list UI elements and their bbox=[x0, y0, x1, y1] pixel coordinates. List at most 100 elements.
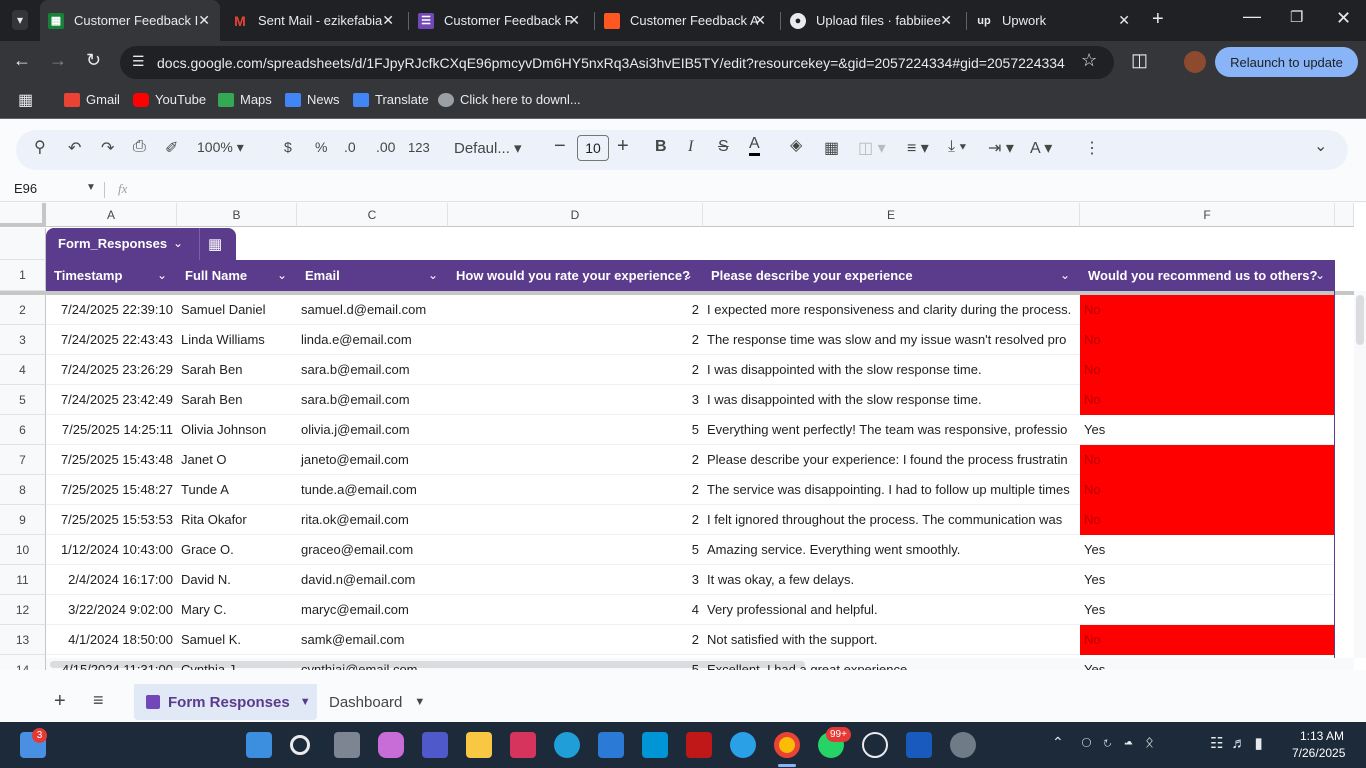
row-header-1[interactable]: 1 bbox=[0, 260, 46, 291]
network-volume-battery-icons[interactable]: ☷♬▮ bbox=[1210, 734, 1271, 752]
cell-timestamp[interactable]: 7/25/2025 15:43:48 bbox=[46, 445, 177, 475]
row-header[interactable]: 6 bbox=[0, 415, 46, 445]
teams-icon[interactable] bbox=[422, 732, 448, 758]
cell-rating[interactable]: 3 bbox=[448, 565, 703, 595]
sheet-menu-icon[interactable]: ▼ bbox=[300, 696, 311, 708]
cell-recommend[interactable]: No bbox=[1080, 295, 1334, 325]
column-header-b[interactable]: B bbox=[177, 203, 297, 227]
all-sheets-icon[interactable]: ≡ bbox=[93, 690, 104, 711]
cell-description[interactable]: It was okay, a few delays. bbox=[703, 565, 1077, 595]
select-all-corner[interactable] bbox=[0, 203, 46, 227]
column-header-f[interactable]: F bbox=[1080, 203, 1335, 227]
row-header[interactable]: 4 bbox=[0, 355, 46, 385]
header-timestamp[interactable]: Timestamp ⌄ bbox=[46, 260, 177, 291]
borders-icon[interactable]: ▦ bbox=[824, 138, 839, 158]
hp-icon[interactable] bbox=[642, 732, 668, 758]
cell-full-name[interactable]: Samuel Daniel bbox=[177, 295, 297, 325]
cell-full-name[interactable]: Olivia Johnson bbox=[177, 415, 297, 445]
font-select[interactable]: Defaul... ▾ bbox=[454, 139, 522, 157]
cell-recommend[interactable]: Yes bbox=[1080, 415, 1334, 445]
copilot-icon[interactable] bbox=[378, 732, 404, 758]
start-icon[interactable] bbox=[246, 732, 272, 758]
cell-timestamp[interactable]: 4/1/2024 18:50:00 bbox=[46, 625, 177, 655]
cell-recommend[interactable]: No bbox=[1080, 325, 1334, 355]
cell-description[interactable]: Excellent. I had a great experience. bbox=[703, 655, 1077, 670]
cell-rating[interactable]: 2 bbox=[448, 505, 703, 535]
minimize-icon[interactable]: — bbox=[1243, 6, 1261, 27]
row-header[interactable]: 9 bbox=[0, 505, 46, 535]
cell-email[interactable]: cynthiaj@email.com bbox=[297, 655, 448, 670]
chatgpt-icon[interactable] bbox=[862, 732, 888, 758]
chrome-icon[interactable] bbox=[774, 732, 800, 758]
cell-recommend[interactable]: No bbox=[1080, 475, 1334, 505]
header-description[interactable]: Please describe your experience ⌄ bbox=[703, 260, 1080, 291]
cell-timestamp[interactable]: 7/24/2025 23:26:29 bbox=[46, 355, 177, 385]
cell-timestamp[interactable]: 7/24/2025 22:43:43 bbox=[46, 325, 177, 355]
bookmark-news[interactable]: News bbox=[285, 92, 340, 107]
cell-description[interactable]: Everything went perfectly! The team was … bbox=[703, 415, 1077, 445]
cell-description[interactable]: The service was disappointing. I had to … bbox=[703, 475, 1077, 505]
cell-rating[interactable]: 2 bbox=[448, 475, 703, 505]
mcafee-icon[interactable] bbox=[686, 732, 712, 758]
cell-email[interactable]: sara.b@email.com bbox=[297, 385, 448, 415]
site-info-icon[interactable]: ☰ bbox=[132, 53, 145, 70]
cell-timestamp[interactable]: 7/24/2025 22:39:10 bbox=[46, 295, 177, 325]
cell-full-name[interactable]: Rita Okafor bbox=[177, 505, 297, 535]
bookmark-translate[interactable]: Translate bbox=[353, 92, 429, 107]
add-sheet-icon[interactable]: + bbox=[54, 690, 66, 713]
row-header[interactable]: 14 bbox=[0, 655, 46, 670]
cell-timestamp[interactable]: 7/24/2025 23:42:49 bbox=[46, 385, 177, 415]
cell-description[interactable]: Please describe your experience: I found… bbox=[703, 445, 1077, 475]
row-header[interactable]: 7 bbox=[0, 445, 46, 475]
cell-timestamp[interactable]: 3/22/2024 9:02:00 bbox=[46, 595, 177, 625]
cell-timestamp[interactable]: 4/15/2024 11:31:00 bbox=[46, 655, 177, 670]
cell-recommend[interactable]: No bbox=[1080, 445, 1334, 475]
cell-rating[interactable]: 2 bbox=[448, 445, 703, 475]
search-icon[interactable] bbox=[290, 735, 310, 755]
bookmark-download[interactable]: Click here to downl... bbox=[438, 92, 581, 107]
vertical-scrollbar[interactable] bbox=[1354, 291, 1366, 658]
formula-input[interactable] bbox=[145, 181, 1345, 199]
cell-recommend[interactable]: No bbox=[1080, 505, 1334, 535]
clock-date[interactable]: 7/26/2025 bbox=[1292, 746, 1345, 760]
fill-color-icon[interactable]: ◈ bbox=[790, 135, 802, 155]
clock-time[interactable]: 1:13 AM bbox=[1300, 729, 1344, 743]
new-tab-icon[interactable]: + bbox=[1152, 8, 1164, 31]
column-header-a[interactable]: A bbox=[46, 203, 177, 227]
word-icon[interactable] bbox=[906, 732, 932, 758]
snipping-tool-icon[interactable] bbox=[510, 732, 536, 758]
cell-recommend[interactable]: No bbox=[1080, 385, 1334, 415]
restore-icon[interactable]: ❐ bbox=[1290, 8, 1303, 26]
cell-email[interactable]: rita.ok@email.com bbox=[297, 505, 448, 535]
cell-full-name[interactable]: Sarah Ben bbox=[177, 385, 297, 415]
cell-full-name[interactable]: Tunde A bbox=[177, 475, 297, 505]
number-format-button[interactable]: 123 bbox=[408, 140, 430, 155]
cell-recommend[interactable]: Yes bbox=[1080, 565, 1334, 595]
row-header[interactable]: 13 bbox=[0, 625, 46, 655]
italic-icon[interactable]: I bbox=[688, 138, 693, 156]
row-header[interactable]: 10 bbox=[0, 535, 46, 565]
tray-icons[interactable]: ◯↻☁ᛟ bbox=[1082, 734, 1166, 751]
cell-description[interactable]: The response time was slow and my issue … bbox=[703, 325, 1077, 355]
cell-email[interactable]: janeto@email.com bbox=[297, 445, 448, 475]
cell-email[interactable]: david.n@email.com bbox=[297, 565, 448, 595]
extensions-icon[interactable]: ◫ bbox=[1131, 50, 1148, 71]
apps-grid-icon[interactable]: ▦ bbox=[18, 90, 33, 110]
font-size-decrease-icon[interactable]: − bbox=[554, 135, 566, 158]
close-tab-icon[interactable]: ✕ bbox=[568, 12, 580, 29]
merge-cells-icon[interactable]: ◫ ▾ bbox=[858, 138, 886, 158]
cell-description[interactable]: I felt ignored throughout the process. T… bbox=[703, 505, 1077, 535]
close-tab-icon[interactable]: ✕ bbox=[940, 12, 952, 29]
cell-full-name[interactable]: Janet O bbox=[177, 445, 297, 475]
font-size-increase-icon[interactable]: + bbox=[617, 135, 629, 158]
row-header[interactable]: 2 bbox=[0, 295, 46, 325]
cell-email[interactable]: samk@email.com bbox=[297, 625, 448, 655]
browser-tab-sheets[interactable]: ▦ Customer Feedback I ✕ bbox=[40, 0, 220, 41]
cell-rating[interactable]: 5 bbox=[448, 415, 703, 445]
browser-tab-upwork[interactable]: up Upwork ✕ bbox=[968, 0, 1140, 41]
cell-rating[interactable]: 3 bbox=[448, 385, 703, 415]
search-menus-icon[interactable]: ⚲ bbox=[34, 137, 46, 157]
cell-rating[interactable]: 5 bbox=[448, 655, 703, 670]
browser-tab-gmail[interactable]: M Sent Mail - ezikefabia ✕ bbox=[224, 0, 404, 41]
cell-email[interactable]: graceo@email.com bbox=[297, 535, 448, 565]
